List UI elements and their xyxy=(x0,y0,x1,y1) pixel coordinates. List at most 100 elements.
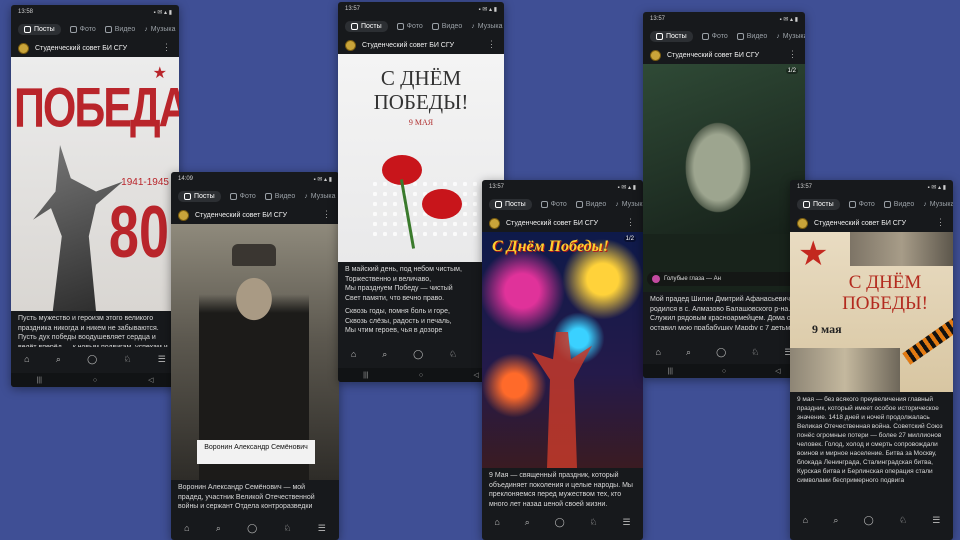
menu-icon[interactable]: ☰ xyxy=(932,515,940,526)
tab-posts[interactable]: Посты xyxy=(178,190,221,202)
clips-icon[interactable]: ♘ xyxy=(590,517,598,528)
messages-icon[interactable]: ◯ xyxy=(413,349,423,360)
tab-photo[interactable]: Фото xyxy=(229,192,256,200)
status-bar: 13:57 ▪ ✉ ▴ ▮ xyxy=(643,12,805,26)
search-icon[interactable]: ⌕ xyxy=(382,349,387,360)
music-attachment[interactable]: Голубые глаза — Ан + xyxy=(647,272,801,286)
group-avatar[interactable] xyxy=(18,42,29,54)
tab-music[interactable]: ♪Музыка xyxy=(776,33,805,40)
more-options-icon[interactable]: ⋮ xyxy=(322,209,331,220)
recents-button[interactable]: ||| xyxy=(36,377,41,384)
group-avatar[interactable] xyxy=(489,217,500,229)
post-header[interactable]: Студенческий совет БИ СГУ ⋮ xyxy=(790,214,953,232)
post-header[interactable]: Студенческий совет БИ СГУ ⋮ xyxy=(338,36,504,54)
messages-icon[interactable]: ◯ xyxy=(716,347,726,358)
group-name[interactable]: Студенческий совет БИ СГУ xyxy=(35,45,127,52)
group-avatar[interactable] xyxy=(345,39,356,51)
search-icon[interactable]: ⌕ xyxy=(56,354,61,365)
group-avatar[interactable] xyxy=(650,49,661,61)
home-icon[interactable]: ⌂ xyxy=(656,347,661,357)
more-options-icon[interactable]: ⋮ xyxy=(626,217,635,228)
group-name[interactable]: Студенческий совет БИ СГУ xyxy=(362,42,454,49)
post-caption: Пусть мужество и героизм этого великого … xyxy=(18,315,168,347)
tab-video[interactable]: Видео xyxy=(104,25,135,33)
post-image[interactable]: С Днём Победы! 1/2 xyxy=(482,232,643,468)
post-image[interactable]: С ДНЁМ ПОБЕДЫ! 9 МАЯ xyxy=(338,54,504,262)
home-icon[interactable]: ⌂ xyxy=(351,349,356,359)
tab-music[interactable]: ♪Музыка xyxy=(144,26,175,33)
messages-icon[interactable]: ◯ xyxy=(555,517,565,528)
system-home-button[interactable]: ○ xyxy=(722,368,726,375)
tab-posts[interactable]: Посты xyxy=(797,198,840,210)
image-date: 9 мая xyxy=(812,322,842,336)
group-name[interactable]: Студенческий совет БИ СГУ xyxy=(195,212,287,219)
search-icon[interactable]: ⌕ xyxy=(686,347,691,358)
tab-photo[interactable]: Фото xyxy=(540,200,567,208)
tab-video[interactable]: Видео xyxy=(575,200,606,208)
bottom-nav: ⌂ ⌕ ◯ ♘ ☰ xyxy=(482,514,643,530)
post-image[interactable]: ★ С ДНЁМ ПОБЕДЫ! 9 мая xyxy=(790,232,953,392)
post-header[interactable]: Студенческий совет БИ СГУ ⋮ xyxy=(482,214,643,232)
status-bar: 13:58 ▪ ✉ ▴ ▮ xyxy=(11,5,179,19)
recents-button[interactable]: ||| xyxy=(363,372,368,379)
more-options-icon[interactable]: ⋮ xyxy=(936,217,945,228)
search-icon[interactable]: ⌕ xyxy=(833,515,838,526)
home-icon[interactable]: ⌂ xyxy=(803,515,808,525)
post-image[interactable]: ПОБЕДА ★ 1941-1945 80 xyxy=(11,57,179,311)
clips-icon[interactable]: ♘ xyxy=(751,347,759,358)
post-header[interactable]: Студенческий совет БИ СГУ ⋮ xyxy=(643,46,805,64)
more-options-icon[interactable]: ⋮ xyxy=(788,49,797,60)
more-options-icon[interactable]: ⋮ xyxy=(162,42,171,53)
image-years: 1941-1945 xyxy=(121,177,169,188)
group-name[interactable]: Студенческий совет БИ СГУ xyxy=(506,220,598,227)
search-icon[interactable]: ⌕ xyxy=(525,517,530,528)
group-name[interactable]: Студенческий совет БИ СГУ xyxy=(667,52,759,59)
post-header[interactable]: Студенческий совет БИ СГУ ⋮ xyxy=(171,206,339,224)
home-icon[interactable]: ⌂ xyxy=(184,523,189,533)
tab-music[interactable]: ♪Музыка xyxy=(304,193,335,200)
more-options-icon[interactable]: ⋮ xyxy=(487,39,496,50)
tab-video[interactable]: Видео xyxy=(264,192,295,200)
tab-video[interactable]: Видео xyxy=(736,32,767,40)
menu-icon[interactable]: ☰ xyxy=(158,354,166,365)
group-name[interactable]: Студенческий совет БИ СГУ xyxy=(814,220,906,227)
back-button[interactable]: ◁ xyxy=(775,367,780,375)
clips-icon[interactable]: ♘ xyxy=(123,354,131,365)
tab-posts[interactable]: Посты xyxy=(18,23,61,35)
clips-icon[interactable]: ♘ xyxy=(899,515,907,526)
group-avatar[interactable] xyxy=(178,209,189,221)
group-avatar[interactable] xyxy=(797,217,808,229)
tab-photo[interactable]: Фото xyxy=(69,25,96,33)
tab-music[interactable]: ♪Музыка xyxy=(615,201,643,208)
clips-icon[interactable]: ♘ xyxy=(449,349,457,360)
tab-posts[interactable]: Посты xyxy=(345,20,388,32)
home-icon[interactable]: ⌂ xyxy=(24,354,29,364)
post-header[interactable]: Студенческий совет БИ СГУ ⋮ xyxy=(11,39,179,57)
back-button[interactable]: ◁ xyxy=(148,376,153,384)
menu-icon[interactable]: ☰ xyxy=(622,517,630,528)
messages-icon[interactable]: ◯ xyxy=(87,354,97,365)
tab-video[interactable]: Видео xyxy=(883,200,914,208)
tab-photo[interactable]: Фото xyxy=(396,22,423,30)
tab-posts[interactable]: Посты xyxy=(650,30,693,42)
messages-icon[interactable]: ◯ xyxy=(864,515,874,526)
home-icon[interactable]: ⌂ xyxy=(494,517,499,527)
post-image[interactable]: Воронин Александр Семёнович xyxy=(171,224,339,480)
tab-photo[interactable]: Фото xyxy=(701,32,728,40)
tab-posts[interactable]: Посты xyxy=(489,198,532,210)
clips-icon[interactable]: ♘ xyxy=(283,523,291,534)
post-image[interactable]: 1/2 Голубые глаза — Ан + xyxy=(643,64,805,292)
st-george-ribbon xyxy=(902,313,953,365)
tab-video[interactable]: Видео xyxy=(431,22,462,30)
music-icon: ♪ xyxy=(471,22,475,30)
tab-music[interactable]: ♪Музыка xyxy=(923,201,953,208)
messages-icon[interactable]: ◯ xyxy=(247,523,257,534)
recents-button[interactable]: ||| xyxy=(667,368,672,375)
search-icon[interactable]: ⌕ xyxy=(216,523,221,534)
system-home-button[interactable]: ○ xyxy=(419,372,423,379)
menu-icon[interactable]: ☰ xyxy=(318,523,326,534)
system-home-button[interactable]: ○ xyxy=(93,377,97,384)
tab-music[interactable]: ♪Музыка xyxy=(471,23,502,30)
back-button[interactable]: ◁ xyxy=(473,371,478,379)
tab-photo[interactable]: Фото xyxy=(848,200,875,208)
